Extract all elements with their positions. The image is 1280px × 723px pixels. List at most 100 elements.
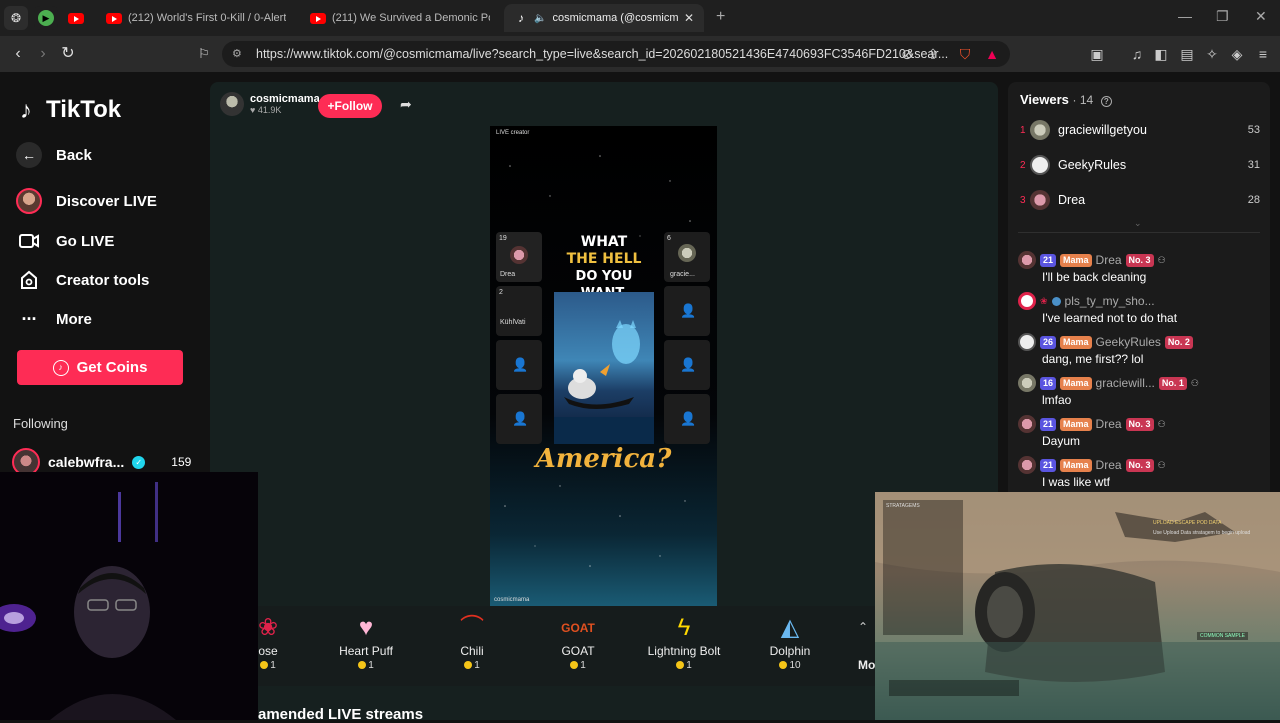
share-arrow-icon[interactable]: ➦ — [400, 96, 412, 113]
person-icon: 👤 — [680, 303, 697, 318]
site-settings-icon[interactable]: ⚙ — [232, 41, 242, 67]
host-avatar[interactable] — [220, 92, 244, 116]
chat-message: 16 Mama graciewill... No. 1 ⚇ lmfao — [1018, 374, 1268, 407]
fan-badge: Mama — [1060, 417, 1092, 431]
avatar[interactable] — [1018, 333, 1036, 351]
forward-arrow-icon[interactable]: › — [33, 44, 53, 64]
chat-username[interactable]: Drea — [1096, 253, 1122, 267]
sidebar-item-more[interactable]: ··· More — [16, 306, 92, 332]
rank-badge: No. 3 — [1125, 458, 1154, 472]
avatar[interactable] — [1018, 251, 1036, 269]
get-coins-button[interactable]: ♪ Get Coins — [17, 350, 183, 385]
gift-item[interactable]: ◭ Dolphin 10 — [750, 612, 830, 671]
reader-icon[interactable]: ⊘ — [898, 45, 916, 63]
chevron-down-icon[interactable]: ⌄ — [1134, 218, 1142, 229]
viewers-header: Viewers · 14 ? — [1020, 92, 1112, 107]
viewer-row[interactable]: 3 Drea 28 — [1020, 188, 1260, 212]
back-link[interactable]: ← Back — [16, 142, 92, 168]
chat-message: 21 Mama Drea No. 3 ⚇ I was like wtf — [1018, 456, 1268, 489]
tab-youtube-1[interactable]: (212) World's First 0-Kill / 0-Alert Ste — [96, 4, 296, 32]
extensions-icon[interactable]: ▤ — [1178, 45, 1196, 63]
gift-item[interactable]: ϟ Lightning Bolt 1 — [644, 612, 724, 671]
minimize-button[interactable]: — — [1178, 8, 1192, 24]
gift-item[interactable]: ⌒ Chili 1 — [432, 612, 512, 671]
reload-icon[interactable]: ↻ — [58, 44, 78, 64]
guest-seat[interactable]: 19 Drea — [496, 232, 542, 282]
chat-message: ❀ pls_ty_my_sho... I've learned not to d… — [1018, 292, 1268, 325]
level-badge: 26 — [1040, 335, 1057, 349]
url-field[interactable]: ⚙ https://www.tiktok.com/@cosmicmama/liv… — [222, 41, 1010, 67]
chevron-up-icon[interactable]: ⌃ — [858, 620, 868, 634]
sidebar-item-discover-live[interactable]: Discover LIVE — [16, 188, 157, 214]
youtube-icon — [68, 12, 84, 24]
stream-video[interactable]: LIVE creator 19 Drea 2 KühlVati 👤 👤 6 gr… — [490, 126, 717, 606]
chat-username[interactable]: graciewill... — [1096, 376, 1155, 390]
person-icon: 👤 — [512, 411, 529, 426]
follow-button[interactable]: +Follow — [318, 94, 382, 118]
avatar[interactable] — [1018, 415, 1036, 433]
pinned-tab-2[interactable]: ▶ — [34, 6, 58, 30]
camera-icon — [16, 228, 42, 254]
close-icon[interactable]: ✕ — [684, 11, 694, 25]
close-window-button[interactable]: ✕ — [1255, 8, 1267, 25]
music-icon[interactable]: ♫ — [1128, 45, 1146, 63]
lightning-icon: ϟ — [677, 614, 691, 641]
wallet-icon[interactable]: ▣ — [1088, 45, 1106, 63]
back-arrow-icon[interactable]: ‹ — [8, 44, 28, 64]
gift-price: 1 — [368, 660, 374, 671]
avatar[interactable] — [1018, 374, 1036, 392]
guest-seat[interactable]: 2 KühlVati — [496, 286, 542, 336]
empty-seat[interactable]: 👤 — [664, 394, 710, 444]
leo-icon[interactable]: ✧ — [1203, 45, 1221, 63]
viewer-row[interactable]: 1 graciewillgetyou 53 — [1020, 118, 1260, 142]
sidebar-item-go-live[interactable]: Go LIVE — [16, 228, 114, 254]
tab-title: cosmicmama (@cosmicmama — [552, 12, 678, 24]
viewers-title: Viewers — [1020, 92, 1069, 107]
chat-message: 21 Mama Drea No. 3 ⚇ Dayum — [1018, 415, 1268, 448]
seat-name: Drea — [500, 271, 516, 278]
viewer-row[interactable]: 2 GeekyRules 31 — [1020, 153, 1260, 177]
maximize-button[interactable]: ❐ — [1216, 8, 1229, 25]
avatar[interactable] — [1018, 292, 1036, 310]
sidebar-item-creator-tools[interactable]: Creator tools — [16, 267, 149, 293]
rewards-icon[interactable]: ▲ — [983, 45, 1001, 63]
gift-item[interactable]: GOAT GOAT 1 — [538, 612, 618, 671]
guest-seat[interactable]: 6 gracie... — [664, 232, 710, 282]
pinned-tab-1[interactable]: ❂ — [4, 6, 28, 30]
chat-username[interactable]: GeekyRules — [1096, 335, 1161, 349]
bookmark-icon[interactable]: ⚐ — [194, 44, 214, 64]
tab-tiktok[interactable]: ♪ 🔈 cosmicmama (@cosmicmama ✕ — [504, 4, 704, 32]
objective-sub: Use Upload Data stratagem to begin uploa… — [1153, 530, 1251, 536]
chat-text: lmfao — [1042, 393, 1072, 407]
new-tab-button[interactable]: + — [716, 8, 725, 26]
share-icon[interactable]: ⇪ — [924, 45, 942, 63]
sidebar-toggle-icon[interactable]: ◧ — [1152, 45, 1170, 63]
chat-username[interactable]: Drea — [1096, 458, 1122, 472]
tab-title: (211) We Survived a Demonic Poltergeis — [332, 12, 490, 24]
empty-seat[interactable]: 👤 — [496, 340, 542, 390]
tab-youtube-2[interactable]: (211) We Survived a Demonic Poltergeis — [300, 4, 500, 32]
menu-icon[interactable]: ≡ — [1254, 45, 1272, 63]
more-gifts-button[interactable]: Mo — [858, 658, 875, 672]
chat-username[interactable]: Drea — [1096, 417, 1122, 431]
divider — [1018, 232, 1260, 233]
empty-seat[interactable]: 👤 — [496, 394, 542, 444]
rank-badge: No. 1 — [1158, 376, 1187, 390]
discover-live-avatar-icon — [16, 188, 42, 214]
host-info[interactable]: cosmicmama ♥ 41.9K — [220, 92, 320, 116]
empty-seat[interactable]: 👤 — [664, 340, 710, 390]
brave-shield-icon[interactable]: ⛉ — [956, 45, 974, 63]
info-icon[interactable]: ? — [1100, 96, 1112, 107]
chat-username[interactable]: pls_ty_my_sho... — [1065, 294, 1155, 308]
avatar[interactable] — [1018, 456, 1036, 474]
empty-seat[interactable]: 👤 — [664, 286, 710, 336]
gift-item[interactable]: ♥ Heart Puff 1 — [326, 612, 406, 671]
tiktok-logo[interactable]: ♪ TikTok — [20, 96, 121, 124]
recommended-heading: amended LIVE streams — [258, 706, 424, 723]
vpn-icon[interactable]: ◈ — [1228, 45, 1246, 63]
chat-text: I'll be back cleaning — [1042, 270, 1147, 284]
pinned-tab-3[interactable] — [64, 6, 88, 30]
level-badge: 21 — [1040, 253, 1057, 267]
gift-name: Lightning Bolt — [647, 644, 721, 658]
viewer-score: 53 — [1247, 124, 1260, 136]
